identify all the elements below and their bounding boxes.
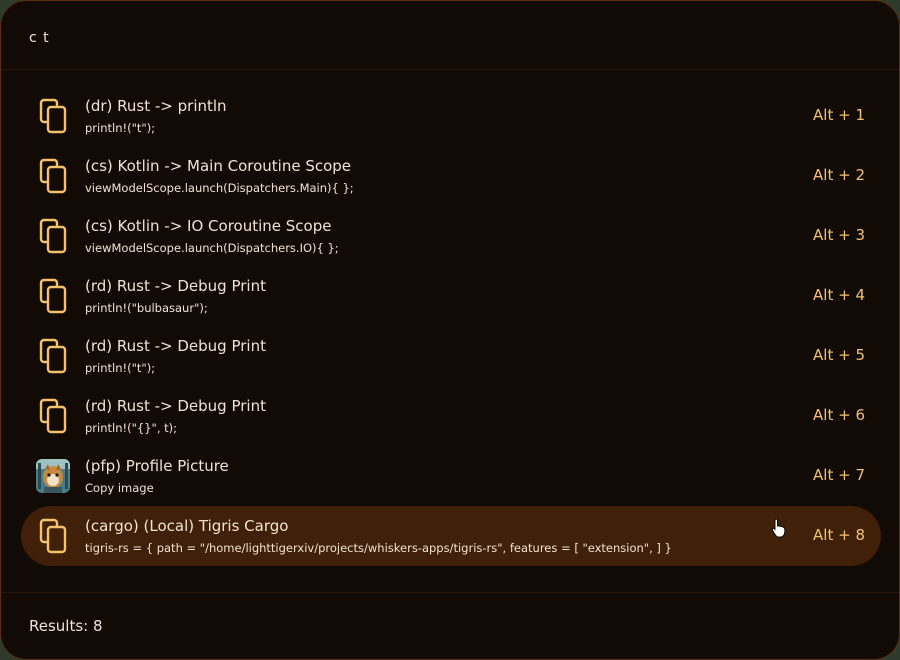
footer: Results: 8 [1,592,899,659]
result-shortcut: Alt + 6 [813,406,865,424]
result-title: (cs) Kotlin -> IO Coroutine Scope [85,217,332,235]
profile-picture-icon [36,459,70,493]
result-title: (cargo) (Local) Tigris Cargo [85,517,289,535]
results-list: (dr) Rust -> println println!("t"); Alt … [21,86,881,566]
results-count: Results: 8 [29,617,103,635]
result-shortcut: Alt + 5 [813,346,865,364]
search-input[interactable] [29,28,829,48]
pointer-cursor-icon [771,518,787,538]
result-subtitle: println!("t"); [85,361,156,375]
result-shortcut: Alt + 3 [813,226,865,244]
copy-icon [39,278,67,314]
result-subtitle: viewModelScope.launch(Dispatchers.IO){ }… [85,241,339,255]
result-subtitle: tigris-rs = { path = "/home/lighttigerxi… [85,541,672,555]
result-title: (cs) Kotlin -> Main Coroutine Scope [85,157,352,175]
result-item-selected[interactable]: (cargo) (Local) Tigris Cargo tigris-rs =… [21,506,881,566]
result-title: (pfp) Profile Picture [85,457,229,475]
copy-icon [39,158,67,194]
result-shortcut: Alt + 8 [813,526,865,544]
copy-icon [39,518,67,554]
result-item[interactable]: (rd) Rust -> Debug Print println!("{}", … [21,386,881,446]
result-subtitle: viewModelScope.launch(Dispatchers.Main){… [85,181,354,195]
result-subtitle: println!("{}", t); [85,421,177,435]
result-title: (dr) Rust -> println [85,97,227,115]
result-item[interactable]: (cs) Kotlin -> IO Coroutine Scope viewMo… [21,206,881,266]
copy-icon [39,338,67,374]
result-item[interactable]: (pfp) Profile Picture Copy image Alt + 7 [21,446,881,506]
result-shortcut: Alt + 4 [813,286,865,304]
copy-icon [39,398,67,434]
result-item[interactable]: (dr) Rust -> println println!("t"); Alt … [21,86,881,146]
copy-icon [39,98,67,134]
search-bar [1,1,899,70]
result-title: (rd) Rust -> Debug Print [85,277,266,295]
result-shortcut: Alt + 7 [813,466,865,484]
result-title: (rd) Rust -> Debug Print [85,337,266,355]
result-item[interactable]: (cs) Kotlin -> Main Coroutine Scope view… [21,146,881,206]
copy-icon [39,218,67,254]
result-item[interactable]: (rd) Rust -> Debug Print println!("t"); … [21,326,881,386]
result-item[interactable]: (rd) Rust -> Debug Print println!("bulba… [21,266,881,326]
result-shortcut: Alt + 1 [813,106,865,124]
result-subtitle: println!("bulbasaur"); [85,301,208,315]
result-shortcut: Alt + 2 [813,166,865,184]
launcher-window: (dr) Rust -> println println!("t"); Alt … [0,0,900,660]
result-subtitle: println!("t"); [85,121,156,135]
result-title: (rd) Rust -> Debug Print [85,397,266,415]
result-subtitle: Copy image [85,481,154,495]
